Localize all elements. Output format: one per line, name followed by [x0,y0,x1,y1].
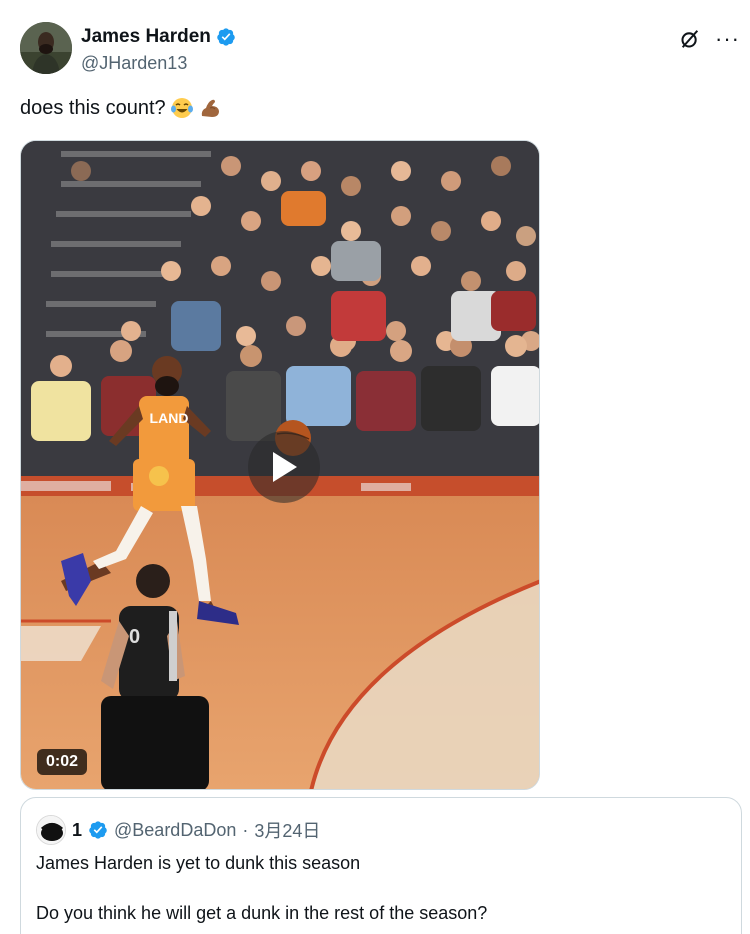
play-button[interactable] [248,431,320,503]
video-player[interactable]: LAND 0 0:02 [20,140,540,790]
quoted-avatar[interactable] [36,815,66,845]
separator-dot: · [242,819,249,840]
grok-icon[interactable] [679,28,701,50]
quoted-text-line-1: James Harden is yet to dunk this season [36,853,361,873]
tweet-text: does this count? [20,95,222,121]
author-name-row[interactable]: James Harden [81,25,236,49]
quoted-display-name[interactable]: 1 [72,820,82,841]
quoted-tweet[interactable]: 1 @BeardDaDon · 3月24日 James Harden is ye… [20,797,742,934]
quoted-date[interactable]: 3月24日 [254,817,320,843]
svg-text:0: 0 [129,626,140,648]
video-duration: 0:02 [37,749,88,775]
quoted-text-line-2: Do you think he will get a dunk in the r… [36,903,488,923]
verified-badge-icon [89,821,107,839]
tweet-text-content: does this count? [20,97,166,119]
jersey-text: LAND [150,410,189,426]
tears-of-joy-emoji-icon [170,98,193,118]
play-icon [273,452,297,482]
author-avatar[interactable] [20,22,72,74]
avatar-photo-icon [20,22,72,74]
quoted-tweet-header: 1 @BeardDaDon · 3月24日 [36,815,320,845]
author-display-name[interactable]: James Harden [81,25,211,49]
flexed-biceps-emoji-icon [201,99,219,117]
verified-badge-icon [217,28,235,46]
tweet-header: James Harden @JHarden13 ··· [20,22,740,78]
more-icon[interactable]: ··· [715,28,740,50]
quoted-handle[interactable]: @BeardDaDon [114,820,236,841]
author-handle[interactable]: @JHarden13 [81,51,236,75]
quoted-avatar-icon [37,816,65,844]
